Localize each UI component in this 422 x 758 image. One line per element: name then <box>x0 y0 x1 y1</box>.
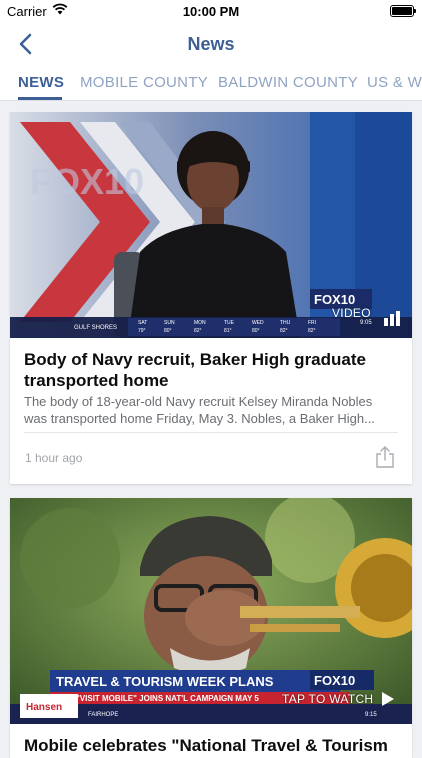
card-divider <box>24 432 398 433</box>
page-title: News <box>187 34 235 54</box>
tab-news[interactable]: NEWS <box>18 74 64 91</box>
article-headline[interactable]: Mobile celebrates "National Travel & Tou… <box>24 735 398 756</box>
ticker-day: MON <box>194 320 206 326</box>
ticker-temp: 81° <box>224 328 232 334</box>
ticker-day: WED <box>252 320 264 326</box>
ticker-location: GULF SHORES <box>74 325 117 331</box>
category-tabs: NEWS MOBILE COUNTY BALDWIN COUNTY US & W… <box>0 66 422 101</box>
station-logo: FOX10 <box>314 673 355 688</box>
ticker-day: THU <box>280 320 291 326</box>
status-bar: Carrier 10:00 PM <box>0 0 422 22</box>
clock-time: 10:00 PM <box>182 4 240 19</box>
article-summary: The body of 18-year-old Navy recruit Kel… <box>24 394 375 426</box>
active-tab-indicator <box>18 97 62 100</box>
battery-icon <box>390 5 416 17</box>
sponsor-logo: Hansen <box>26 702 62 713</box>
banner-subtitle: "VISIT MOBILE" JOINS NAT'L CAMPAIGN MAY … <box>76 694 259 703</box>
navigation-bar: News <box>0 22 422 66</box>
ticker-day: SUN <box>164 320 175 326</box>
tab-baldwin-county[interactable]: BALDWIN COUNTY <box>218 74 358 91</box>
ticker-location: FAIRHOPE <box>88 712 118 718</box>
banner-title: TRAVEL & TOURISM WEEK PLANS <box>56 674 274 689</box>
article-thumbnail[interactable]: Hansen TRAVEL & TOURISM WEEK PLANS "VISI… <box>10 498 412 724</box>
ticker-temp: 80° <box>252 328 260 334</box>
article-headline[interactable]: Body of Navy recruit, Baker High graduat… <box>24 349 398 391</box>
ticker-day: FRI <box>308 320 316 326</box>
tab-us-world[interactable]: US & WO <box>367 74 422 91</box>
tap-to-watch-label[interactable]: TAP TO WATCH <box>282 692 373 706</box>
ticker-day: TUE <box>224 320 235 326</box>
article-time: 1 hour ago <box>25 451 83 465</box>
article-thumbnail[interactable]: FOX10 FOX10 GULF SHORES SAT SUN MON TUE … <box>10 112 412 338</box>
ticker-temp: 79° <box>138 328 146 334</box>
station-logo: FOX10 <box>314 292 355 307</box>
ticker-clock: 9:15 <box>365 712 377 718</box>
video-label: VIDEO <box>332 306 371 320</box>
share-icon[interactable] <box>374 445 396 469</box>
ticker-temp: 82° <box>194 328 202 334</box>
tab-mobile-county[interactable]: MOBILE COUNTY <box>80 74 208 91</box>
ticker-temp: 80° <box>164 328 172 334</box>
ticker-day: SAT <box>138 320 147 326</box>
ticker-temp: 82° <box>308 328 316 334</box>
svg-text:FOX10: FOX10 <box>30 161 144 202</box>
ticker-clock: 9:05 <box>360 320 372 326</box>
article-card[interactable]: Hansen TRAVEL & TOURISM WEEK PLANS "VISI… <box>10 498 412 758</box>
article-card[interactable]: FOX10 FOX10 GULF SHORES SAT SUN MON TUE … <box>10 112 412 484</box>
ticker-temp: 82° <box>280 328 288 334</box>
